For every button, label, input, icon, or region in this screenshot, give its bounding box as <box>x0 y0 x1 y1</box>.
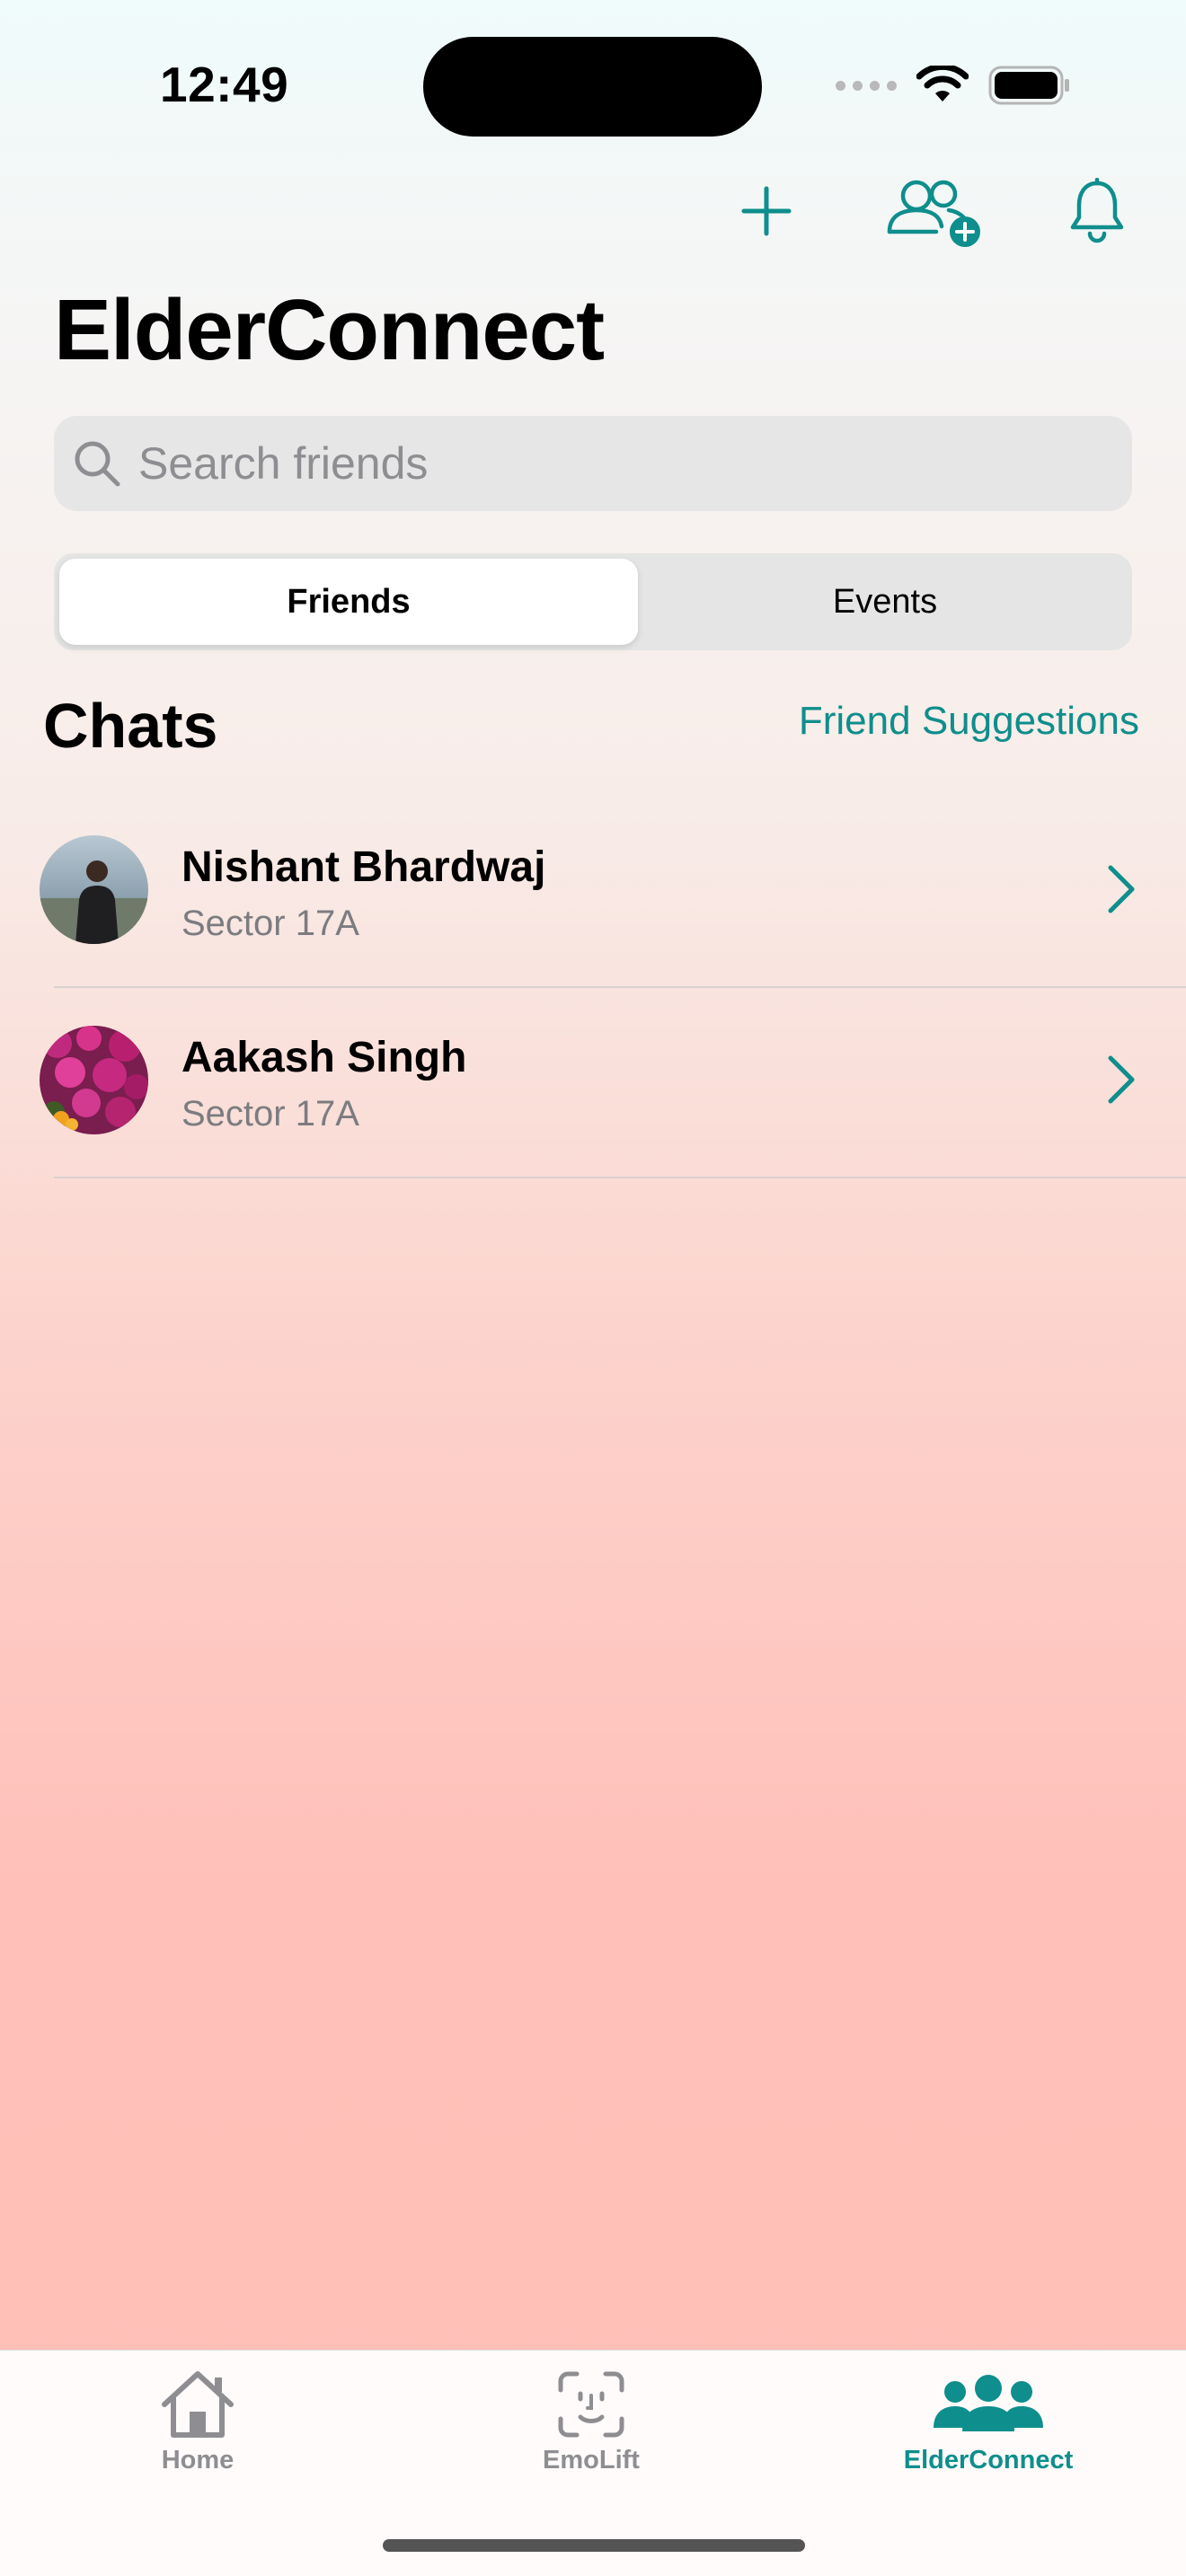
segment-events[interactable]: Events <box>638 553 1132 650</box>
tab-emolift[interactable]: EmoLift <box>456 2351 726 2485</box>
friend-location: Sector 17A <box>181 904 359 943</box>
avatar <box>40 835 148 944</box>
add-friend-button[interactable] <box>884 176 985 250</box>
person-add-icon <box>887 180 980 247</box>
plus-icon <box>741 186 792 236</box>
wifi-icon <box>916 66 969 101</box>
divider <box>54 1177 1186 1178</box>
search-input[interactable] <box>138 437 1082 490</box>
friend-name: Aakash Singh <box>181 1034 467 1081</box>
status-time: 12:49 <box>160 57 289 112</box>
bell-icon <box>1070 178 1124 243</box>
face-scan-icon <box>558 2371 624 2438</box>
cellular-signal-icon <box>836 80 897 91</box>
dynamic-island <box>423 37 762 137</box>
house-icon <box>162 2371 234 2438</box>
chevron-right-icon <box>1108 1055 1135 1104</box>
search-bar[interactable] <box>54 416 1132 511</box>
tab-label: EmoLift <box>543 2446 640 2475</box>
search-icon <box>75 441 120 487</box>
home-indicator <box>383 2539 805 2552</box>
friend-suggestions-link[interactable]: Friend Suggestions <box>799 699 1139 744</box>
chevron-right-icon <box>1108 865 1135 913</box>
add-button[interactable] <box>735 180 798 243</box>
list-item[interactable]: Nishant Bhardwaj Sector 17A <box>0 798 1186 988</box>
people-icon <box>934 2375 1043 2431</box>
page-title: ElderConnect <box>54 282 605 378</box>
chats-heading: Chats <box>43 691 218 761</box>
segment-friends[interactable]: Friends <box>59 553 638 650</box>
list-item[interactable]: Aakash Singh Sector 17A <box>0 988 1186 1178</box>
tab-label: ElderConnect <box>903 2446 1074 2475</box>
notifications-button[interactable] <box>1066 176 1128 246</box>
tab-home[interactable]: Home <box>63 2351 332 2485</box>
segmented-control[interactable]: Friends Events <box>54 553 1132 650</box>
friend-name: Nishant Bhardwaj <box>181 843 546 891</box>
friend-location: Sector 17A <box>181 1094 359 1134</box>
status-indicators <box>836 63 1071 108</box>
battery-icon <box>988 66 1069 105</box>
tab-elderconnect[interactable]: ElderConnect <box>854 2351 1123 2485</box>
avatar <box>40 1026 148 1134</box>
tab-label: Home <box>161 2446 235 2475</box>
